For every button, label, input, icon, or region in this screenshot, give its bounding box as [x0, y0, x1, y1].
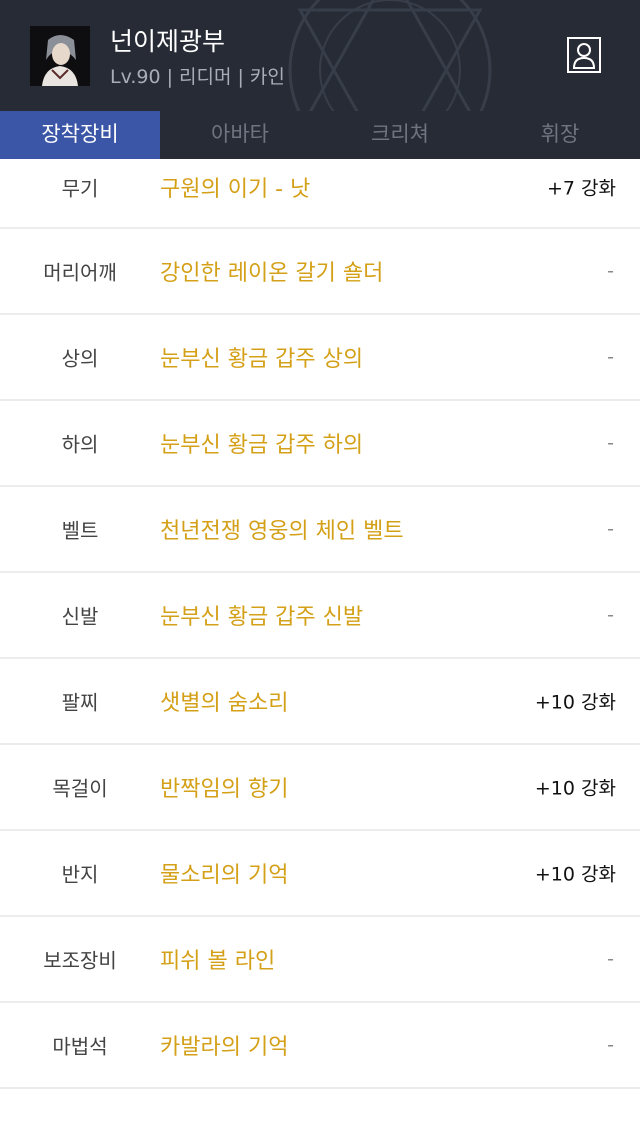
character-name: 넌이제광부: [110, 27, 226, 56]
enhance-level: +7 강화: [546, 177, 616, 200]
tab-insignia[interactable]: 휘장: [480, 111, 640, 159]
character-info: Lv.90 | 리디머 | 카인: [110, 62, 285, 89]
slot-label: 벨트: [61, 518, 99, 543]
tab-avatar[interactable]: 아바타: [160, 111, 320, 159]
item-name[interactable]: 눈부신 황금 갑주 상의: [160, 341, 363, 373]
item-name[interactable]: 샛별의 숨소리: [160, 685, 288, 717]
enhance-level: +10 강화: [534, 691, 616, 714]
equipment-row-magic-stone[interactable]: 마법석 카발라의 기억 -: [0, 1003, 640, 1089]
item-name[interactable]: 눈부신 황금 갑주 신발: [160, 599, 363, 631]
character-header: 넌이제광부 Lv.90 | 리디머 | 카인: [0, 0, 640, 111]
info-separator: |: [237, 66, 244, 88]
tab-equipment[interactable]: 장착장비: [0, 111, 160, 159]
enhance-level: +10 강화: [534, 777, 616, 800]
slot-label: 머리어깨: [43, 260, 117, 285]
equipment-row-bracelet[interactable]: 팔찌 샛별의 숨소리 +10 강화: [0, 659, 640, 745]
item-name[interactable]: 눈부신 황금 갑주 하의: [160, 427, 363, 459]
item-name[interactable]: 물소리의 기억: [160, 857, 288, 889]
equipment-row-bottom[interactable]: 하의 눈부신 황금 갑주 하의 -: [0, 401, 640, 487]
enhance-level: -: [607, 346, 614, 368]
item-name[interactable]: 카발라의 기억: [160, 1029, 288, 1061]
equipment-row-sub-equipment[interactable]: 보조장비 피쉬 볼 라인 -: [0, 917, 640, 1003]
character-portrait-icon: [30, 26, 90, 86]
slot-label: 신발: [61, 604, 99, 629]
enhance-level: -: [607, 604, 614, 626]
emblem-background: [288, 0, 492, 111]
character-level: Lv.90: [110, 66, 161, 88]
item-name[interactable]: 피쉬 볼 라인: [160, 943, 275, 975]
slot-label: 목걸이: [52, 776, 108, 801]
equipment-row-necklace[interactable]: 목걸이 반짝임의 향기 +10 강화: [0, 745, 640, 831]
enhance-level: -: [607, 518, 614, 540]
slot-label: 보조장비: [43, 948, 117, 973]
tab-bar: 장착장비 아바타 크리쳐 휘장: [0, 111, 640, 159]
equipment-row-top[interactable]: 상의 눈부신 황금 갑주 상의 -: [0, 315, 640, 401]
item-name[interactable]: 반짝임의 향기: [160, 771, 288, 803]
slot-label: 상의: [61, 346, 99, 371]
equipment-row-belt[interactable]: 벨트 천년전쟁 영웅의 체인 벨트 -: [0, 487, 640, 573]
slot-label: 마법석: [52, 1034, 108, 1059]
equipment-row-weapon[interactable]: 무기 구원의 이기 - 낫 +7 강화: [0, 159, 640, 229]
enhance-level: -: [607, 1034, 614, 1056]
slot-label: 무기: [61, 176, 99, 201]
item-name[interactable]: 천년전쟁 영웅의 체인 벨트: [160, 513, 404, 545]
profile-button[interactable]: [567, 37, 601, 73]
equipment-row-shoulder[interactable]: 머리어깨 강인한 레이온 갈기 숄더 -: [0, 229, 640, 315]
enhance-level: -: [607, 948, 614, 970]
item-name[interactable]: 강인한 레이온 갈기 숄더: [160, 255, 383, 287]
slot-label: 하의: [61, 432, 99, 457]
slot-label: 팔찌: [61, 690, 99, 715]
enhance-level: -: [607, 260, 614, 282]
info-separator: |: [166, 66, 173, 88]
tab-creature[interactable]: 크리쳐: [320, 111, 480, 159]
enhance-level: +10 강화: [534, 863, 616, 886]
slot-label: 반지: [61, 862, 99, 887]
equipment-row-shoes[interactable]: 신발 눈부신 황금 갑주 신발 -: [0, 573, 640, 659]
item-name[interactable]: 구원의 이기 - 낫: [160, 171, 310, 203]
character-job: 리디머: [178, 66, 232, 88]
enhance-level: -: [607, 432, 614, 454]
character-server: 카인: [249, 66, 285, 88]
profile-icon: [572, 43, 596, 69]
equipment-row-ring[interactable]: 반지 물소리의 기억 +10 강화: [0, 831, 640, 917]
character-avatar[interactable]: [30, 26, 90, 86]
equipment-list: 무기 구원의 이기 - 낫 +7 강화 머리어깨 강인한 레이온 갈기 숄더 -…: [0, 159, 640, 1089]
